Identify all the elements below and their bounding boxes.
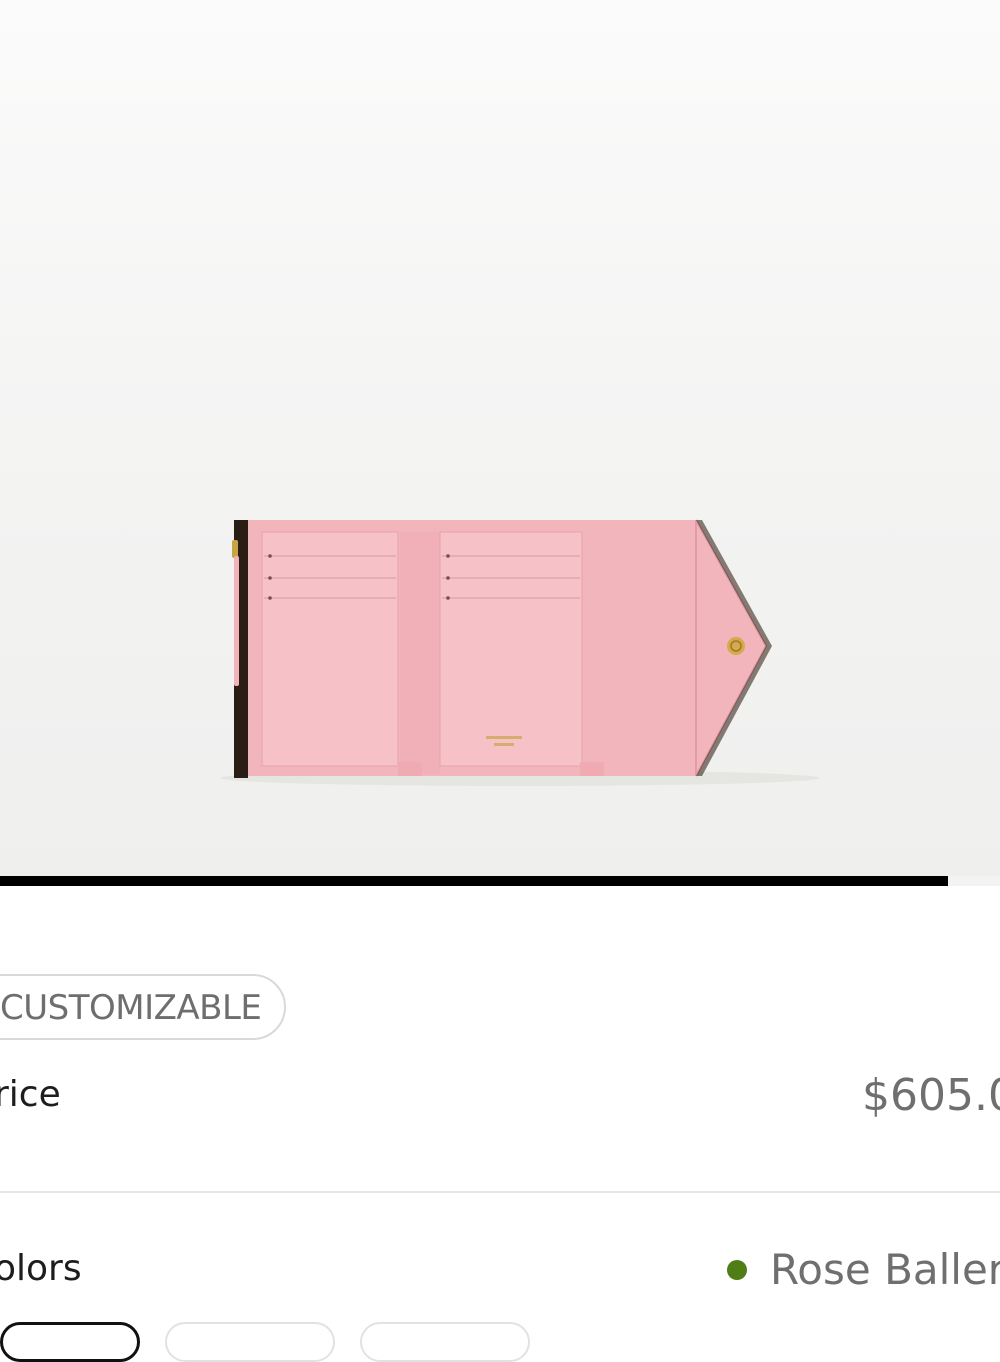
gallery-progress-fill: [0, 876, 948, 886]
color-swatch-selected[interactable]: [0, 1322, 140, 1362]
price-value: $605.0: [862, 1070, 1000, 1121]
section-divider: [0, 1191, 1000, 1193]
color-swatch[interactable]: [360, 1322, 530, 1362]
product-image[interactable]: [0, 0, 1000, 886]
wallet-image: [220, 519, 820, 786]
selected-color-name: Rose Ballerir: [770, 1245, 1000, 1294]
color-swatch[interactable]: [165, 1322, 335, 1362]
colors-label: olors: [0, 1248, 82, 1289]
price-label: rice: [0, 1074, 61, 1115]
availability-dot-icon: [727, 1260, 747, 1280]
gallery-progress-bar: [0, 876, 1000, 886]
customizable-badge-label: CUSTOMIZABLE: [0, 988, 262, 1028]
